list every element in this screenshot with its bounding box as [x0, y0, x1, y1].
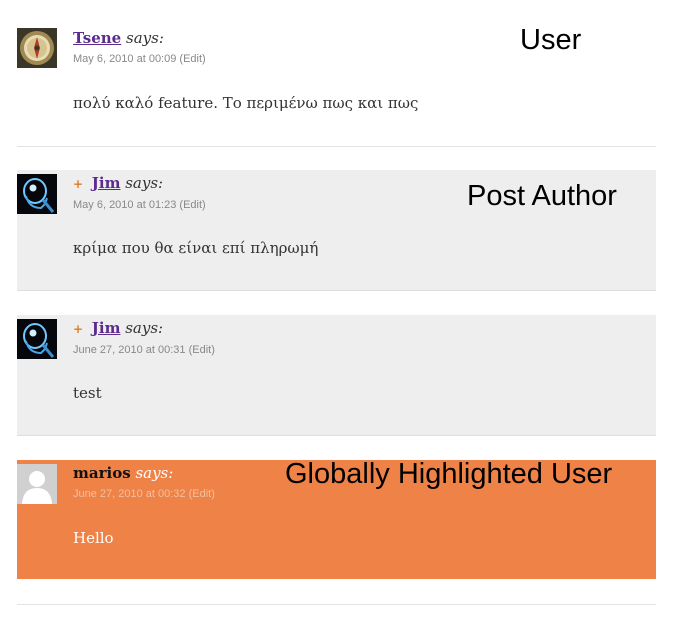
edit-link[interactable]: (Edit)	[179, 53, 205, 65]
comment-meta: + Jim says: June 27, 2010 at 00:31 (Edit…	[73, 319, 215, 356]
comment-meta: marios says: June 27, 2010 at 00:32 (Edi…	[73, 464, 215, 500]
comment-text: πολύ καλό feature. Το περιμένω πως και π…	[73, 94, 419, 112]
edit-link[interactable]: (Edit)	[189, 344, 215, 356]
compass-avatar-icon	[17, 28, 57, 68]
edit-link[interactable]: (Edit)	[189, 488, 215, 500]
author-link[interactable]: Tsene	[73, 29, 121, 47]
comment-text: κρίμα που θα είναι επί πληρωμή	[73, 239, 319, 257]
author-link[interactable]: Jim	[92, 319, 121, 337]
annotation-user: User	[520, 24, 582, 56]
says-label: says:	[125, 174, 164, 192]
default-person-avatar-icon	[17, 464, 57, 504]
comment-meta: + Jim says: May 6, 2010 at 01:23 (Edit)	[73, 174, 206, 211]
comment-date[interactable]: June 27, 2010 at 00:32	[73, 488, 186, 500]
post-author-icon: +	[73, 177, 84, 191]
comment-date[interactable]: May 6, 2010 at 00:09	[73, 53, 176, 65]
comment-meta: Tsene says: May 6, 2010 at 00:09 (Edit)	[73, 29, 206, 65]
comment-text: Hello	[73, 529, 114, 547]
comment-date[interactable]: May 6, 2010 at 01:23	[73, 199, 176, 211]
author-link[interactable]: Jim	[92, 174, 121, 192]
comment-jim-2: + Jim says: June 27, 2010 at 00:31 (Edit…	[17, 315, 656, 436]
says-label: says:	[125, 319, 164, 337]
xray-skull-avatar-icon	[17, 319, 57, 359]
post-author-icon: +	[73, 322, 84, 336]
author-link[interactable]: marios	[73, 464, 131, 482]
says-label: says:	[126, 29, 164, 47]
comment-date[interactable]: June 27, 2010 at 00:31	[73, 344, 186, 356]
xray-skull-avatar-icon	[17, 174, 57, 214]
divider	[17, 604, 656, 605]
says-label: says:	[135, 464, 174, 482]
edit-link[interactable]: (Edit)	[179, 199, 205, 211]
annotation-highlighted-user: Globally Highlighted User	[285, 458, 613, 490]
comment-text: test	[73, 384, 102, 402]
annotation-post-author: Post Author	[467, 180, 617, 212]
